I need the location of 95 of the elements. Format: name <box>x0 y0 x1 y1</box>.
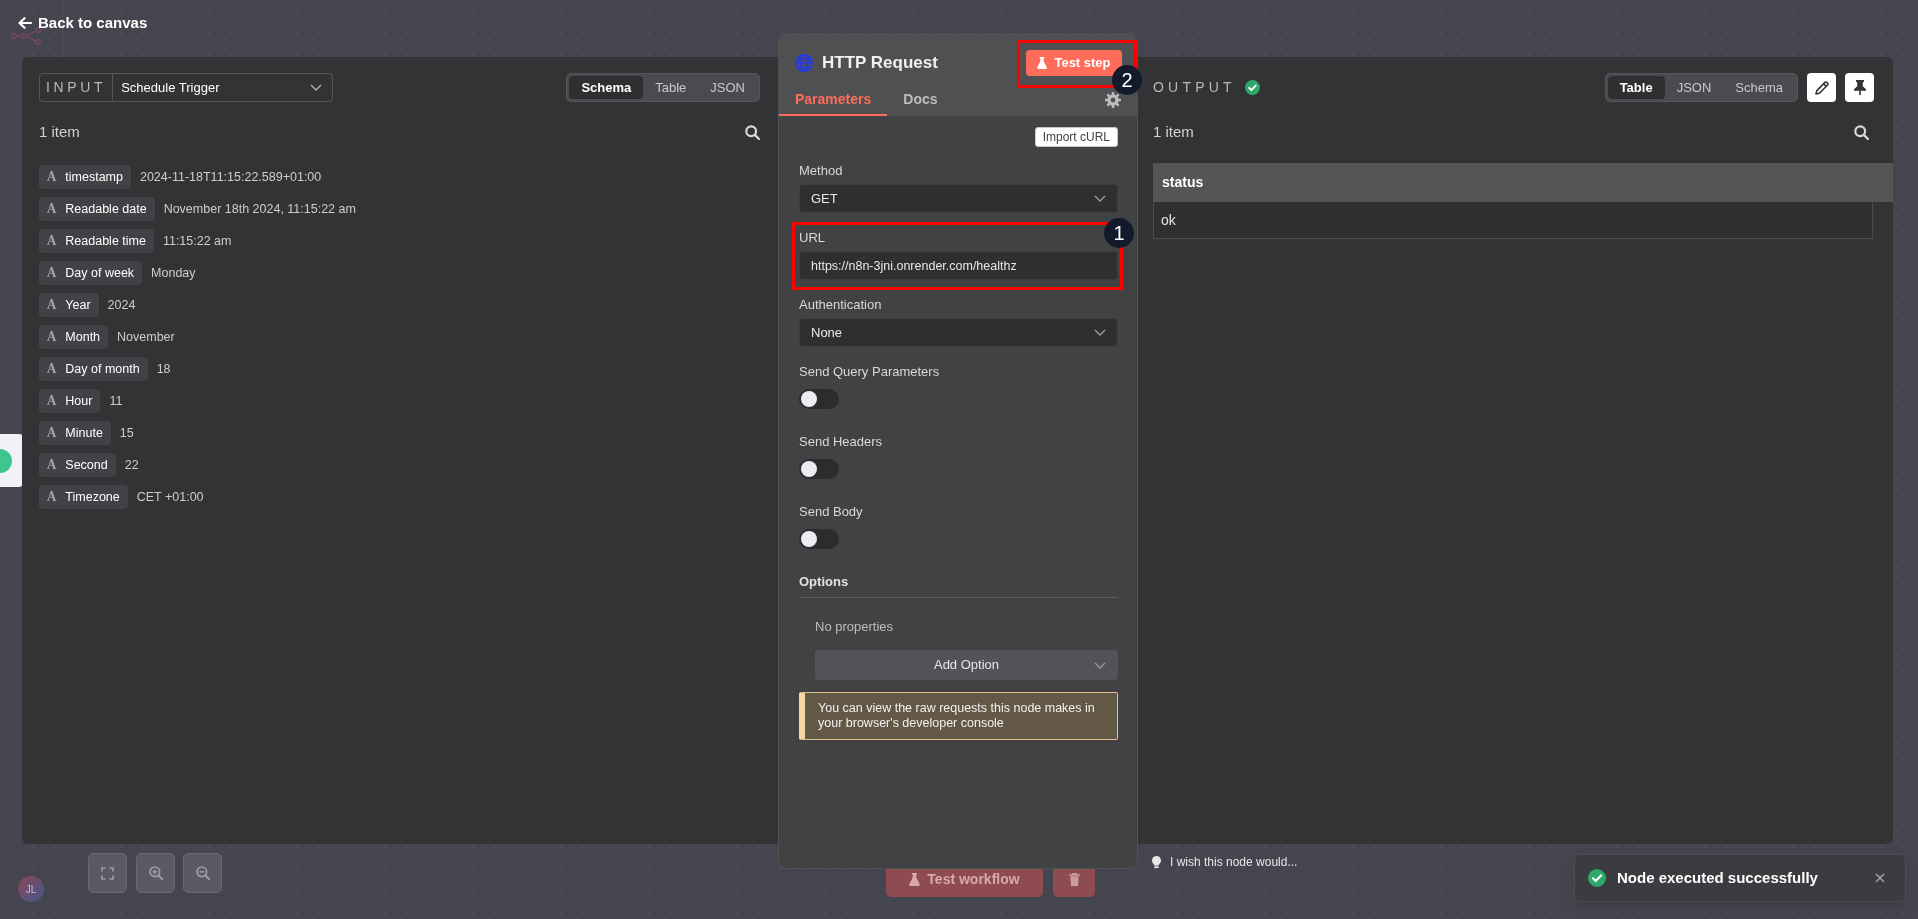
view-tab[interactable]: JSON <box>698 76 757 99</box>
pencil-icon <box>1814 80 1829 95</box>
fit-view-icon <box>101 866 114 880</box>
field-value: 22 <box>124 456 139 474</box>
field-label: URL <box>799 230 825 246</box>
text-type-icon: A <box>47 171 57 183</box>
toggle-switch[interactable] <box>799 529 839 549</box>
add-option-button[interactable]: Add Option <box>815 650 1118 680</box>
callout-badge: 1 <box>1104 218 1134 248</box>
panel-tab[interactable]: Docs <box>887 84 954 116</box>
flask-icon <box>1037 57 1048 69</box>
text-type-icon: A <box>47 267 57 279</box>
item-count: 1 item <box>39 121 80 142</box>
field-value: November 18th 2024, 11:15:22 am <box>163 200 356 218</box>
field-pill[interactable]: A Day of month <box>39 357 148 381</box>
info-notice: You can view the raw requests this node makes in your browser's developer console <box>799 692 1118 740</box>
canvas-node[interactable] <box>0 434 24 487</box>
success-check-icon <box>1588 869 1606 887</box>
text-type-icon: A <box>47 459 57 471</box>
back-link[interactable]: Back to canvas <box>18 12 148 35</box>
field-value: November <box>117 328 175 346</box>
field-pill[interactable]: A Month <box>39 325 109 349</box>
field-value: 11 <box>109 392 123 410</box>
toast-message: Node executed successfully <box>1617 867 1819 888</box>
panel-label: OUTPUT <box>1153 78 1236 97</box>
toggle-switch[interactable] <box>799 389 839 409</box>
view-tab[interactable]: Schema <box>569 76 644 99</box>
field-value: 2024 <box>107 296 136 314</box>
field-label: Authentication <box>799 297 882 313</box>
flask-icon <box>909 873 921 886</box>
chevron-down-icon <box>1094 329 1106 336</box>
pin-button[interactable] <box>1845 73 1874 102</box>
field-value: 18 <box>156 360 171 378</box>
field-pill[interactable]: A Readable time <box>39 229 154 253</box>
view-tab[interactable]: Table <box>1607 76 1665 99</box>
feedback-link[interactable]: I wish this node would... <box>1152 853 1298 871</box>
user-avatar[interactable]: JL <box>18 876 44 902</box>
text-type-icon: A <box>47 299 57 311</box>
column-header[interactable]: status <box>1153 163 1893 202</box>
settings-icon[interactable] <box>1105 92 1121 108</box>
pin-icon <box>1853 80 1866 95</box>
empty-options-text: No properties <box>815 619 894 634</box>
node-icon <box>0 448 12 473</box>
chevron-down-icon <box>1094 195 1106 202</box>
field-pill[interactable]: A Hour <box>39 389 101 413</box>
dropdown[interactable]: None <box>799 318 1118 347</box>
back-arrow-icon <box>18 17 32 30</box>
item-count: 1 item <box>1153 121 1194 142</box>
field-pill[interactable]: A Timezone <box>39 485 128 509</box>
globe-icon <box>795 54 813 72</box>
search-icon[interactable] <box>1854 124 1869 140</box>
zoom-in-button[interactable] <box>136 853 175 893</box>
node-title: HTTP Request <box>822 52 938 75</box>
text-type-icon: A <box>47 491 57 503</box>
zoom-out-icon <box>195 866 210 880</box>
field-pill[interactable]: A Minute <box>39 421 111 445</box>
node-select[interactable]: Schedule Trigger <box>113 73 334 102</box>
search-icon[interactable] <box>745 124 760 140</box>
text-input[interactable]: https://n8n-3jni.onrender.com/healthz <box>799 251 1118 280</box>
close-icon[interactable] <box>1875 873 1885 883</box>
text-type-icon: A <box>47 427 57 439</box>
trash-icon <box>1068 873 1080 886</box>
field-label: Send Body <box>799 504 863 520</box>
chevron-down-icon <box>1094 661 1106 669</box>
table-cell-text: ok <box>1160 210 1177 230</box>
text-type-icon: A <box>47 203 57 215</box>
panel-label: INPUT <box>39 73 114 102</box>
field-value: CET +01:00 <box>136 488 204 506</box>
view-tab[interactable]: Schema <box>1723 76 1795 99</box>
field-pill[interactable]: A Year <box>39 293 99 317</box>
text-type-icon: A <box>47 363 57 375</box>
field-pill[interactable]: A timestamp <box>39 165 131 189</box>
view-tab[interactable]: Table <box>643 76 699 99</box>
chevron-down-icon <box>310 84 323 91</box>
text-type-icon: A <box>47 395 57 407</box>
field-value: Monday <box>151 264 196 282</box>
field-value: 15 <box>119 424 134 442</box>
field-value: 11:15:22 am <box>162 232 232 250</box>
edit-button[interactable] <box>1807 73 1836 102</box>
section-heading: Options <box>799 574 849 589</box>
field-pill[interactable]: A Readable date <box>39 197 155 221</box>
import-curl-button[interactable]: Import cURL <box>1034 127 1118 147</box>
field-pill[interactable]: A Second <box>39 453 116 477</box>
zoom-in-icon <box>148 866 163 880</box>
field-label: Send Query Parameters <box>799 364 940 380</box>
lightbulb-icon <box>1152 856 1161 868</box>
dropdown[interactable]: GET <box>799 184 1118 213</box>
field-value: 2024-11-18T11:15:22.589+01:00 <box>139 168 322 186</box>
text-type-icon: A <box>47 235 57 247</box>
field-label: Send Headers <box>799 434 883 450</box>
toggle-switch[interactable] <box>799 459 839 479</box>
field-pill[interactable]: A Day of week <box>39 261 143 285</box>
field-label: Method <box>799 163 843 179</box>
text-type-icon: A <box>47 331 57 343</box>
view-tab[interactable]: JSON <box>1664 76 1724 99</box>
